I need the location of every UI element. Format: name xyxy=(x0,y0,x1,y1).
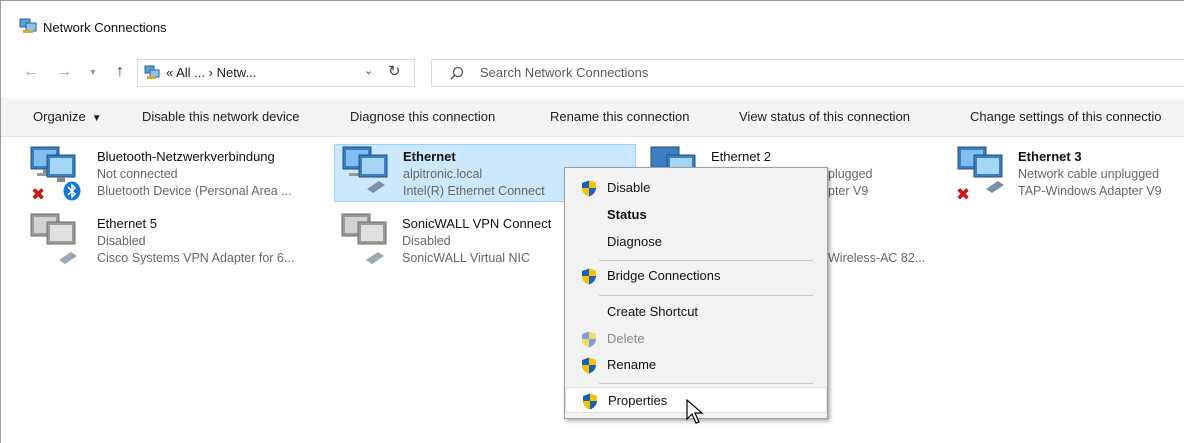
address-path: « All ... › Netw... xyxy=(166,65,257,80)
menu-label: Diagnose xyxy=(607,234,662,249)
menu-label: Create Shortcut xyxy=(607,304,699,319)
connection-device: Intel(R) Ethernet Connect xyxy=(403,184,545,198)
network-adapter-disabled-icon xyxy=(30,213,77,264)
menu-item-diagnose[interactable]: Diagnose xyxy=(565,229,827,255)
up-arrow-icon[interactable]: ↑ xyxy=(110,61,130,83)
context-menu: Disable Status Diagnose Bridge Connectio… xyxy=(564,167,828,419)
connection-name: Bluetooth-Netzwerkverbindung xyxy=(97,149,275,164)
connection-name: Ethernet 5 xyxy=(97,216,157,231)
address-row: ← → ▼ ↑ « All ... › Netw... ⌄ ↻ Search N… xyxy=(1,53,1184,93)
uac-shield-icon xyxy=(582,268,596,285)
search-input[interactable]: Search Network Connections xyxy=(480,65,648,80)
network-adapter-icon xyxy=(342,146,388,193)
menu-separator xyxy=(599,260,813,261)
connection-name: Ethernet xyxy=(403,149,456,164)
connection-status: Network cable unplugged xyxy=(1018,167,1160,181)
menu-label: Bridge Connections xyxy=(607,268,721,283)
connection-status: Disabled xyxy=(97,234,146,248)
menu-label: Disable xyxy=(607,180,651,195)
explorer-window: Network Connections ← → ▼ ↑ « All ... › … xyxy=(0,0,1184,443)
back-arrow-icon[interactable]: ← xyxy=(21,61,41,83)
rename-button[interactable]: Rename this connection xyxy=(550,109,689,124)
network-adapter-disabled-icon xyxy=(341,213,387,264)
connection-item[interactable]: ✖ Bluetooth-Netzwerkverbindung Not conne… xyxy=(27,145,327,204)
bluetooth-icon xyxy=(63,181,81,201)
menu-separator xyxy=(599,383,813,384)
command-bar: Organize ▼ Disable this network device Di… xyxy=(1,98,1184,137)
uac-shield-icon xyxy=(582,357,596,374)
menu-label: Delete xyxy=(607,331,645,346)
refresh-icon[interactable]: ↻ xyxy=(388,62,401,80)
connection-device: pter V9 xyxy=(828,184,869,198)
connection-name: Ethernet 3 xyxy=(1018,149,1082,164)
error-x-icon: ✖ xyxy=(956,185,971,204)
menu-label: Status xyxy=(607,207,647,222)
window-title: Network Connections xyxy=(43,20,167,35)
menu-item-bridge-connections[interactable]: Bridge Connections xyxy=(565,263,827,289)
menu-label: Rename xyxy=(607,357,657,372)
diagnose-button[interactable]: Diagnose this connection xyxy=(350,109,495,124)
menu-item-create-shortcut[interactable]: Create Shortcut xyxy=(565,299,827,325)
chevron-down-icon[interactable]: ▼ xyxy=(83,61,103,83)
connection-name: Ethernet 2 xyxy=(711,149,771,164)
connection-item[interactable]: Ethernet 5 Disabled Cisco Systems VPN Ad… xyxy=(27,212,327,270)
connection-device: TAP-Windows Adapter V9 xyxy=(1018,184,1162,198)
connection-status: Disabled xyxy=(402,234,451,248)
mouse-pointer-icon xyxy=(686,399,704,424)
control-panel-icon xyxy=(144,65,160,79)
connection-item[interactable]: SonicWALL VPN Connect Disabled SonicWALL… xyxy=(334,212,564,270)
menu-item-status[interactable]: Status xyxy=(565,202,827,228)
search-box[interactable]: Search Network Connections xyxy=(431,59,1184,87)
search-icon xyxy=(450,66,464,80)
menu-item-delete: Delete xyxy=(565,326,827,352)
connection-device: Cisco Systems VPN Adapter for 6... xyxy=(97,251,295,265)
connection-status: plugged xyxy=(828,167,873,181)
uac-shield-icon xyxy=(582,331,596,348)
connection-status: alpitronic.local xyxy=(403,167,483,181)
connection-item[interactable]: ✖ Ethernet 3 Network cable unplugged TAP… xyxy=(954,145,1184,204)
network-connections-icon xyxy=(19,18,37,33)
organize-button[interactable]: Organize ▼ xyxy=(33,109,102,124)
uac-shield-icon xyxy=(583,393,597,410)
connection-name: SonicWALL VPN Connect xyxy=(402,216,552,231)
menu-item-rename[interactable]: Rename xyxy=(565,352,827,378)
address-dropdown-icon[interactable]: ⌄ xyxy=(364,64,373,77)
menu-separator xyxy=(599,295,813,296)
title-bar: Network Connections xyxy=(1,1,1184,53)
error-x-icon: ✖ xyxy=(31,185,46,204)
menu-label: Properties xyxy=(608,393,668,408)
connection-device: SonicWALL Virtual NIC xyxy=(402,251,531,265)
address-bar[interactable]: « All ... › Netw... ⌄ ↻ xyxy=(137,59,415,87)
menu-item-disable[interactable]: Disable xyxy=(565,175,827,201)
disable-device-button[interactable]: Disable this network device xyxy=(142,109,300,124)
forward-arrow-icon[interactable]: → xyxy=(54,61,74,83)
connection-status: Not connected xyxy=(97,167,178,181)
connection-device: Wireless-AC 82... xyxy=(828,251,926,265)
caret-down-icon: ▼ xyxy=(91,113,102,124)
organize-label: Organize xyxy=(33,109,86,124)
uac-shield-icon xyxy=(582,180,596,197)
change-settings-button[interactable]: Change settings of this connectio xyxy=(970,109,1162,124)
view-status-button[interactable]: View status of this connection xyxy=(739,109,910,124)
connection-device: Bluetooth Device (Personal Area ... xyxy=(97,184,292,198)
